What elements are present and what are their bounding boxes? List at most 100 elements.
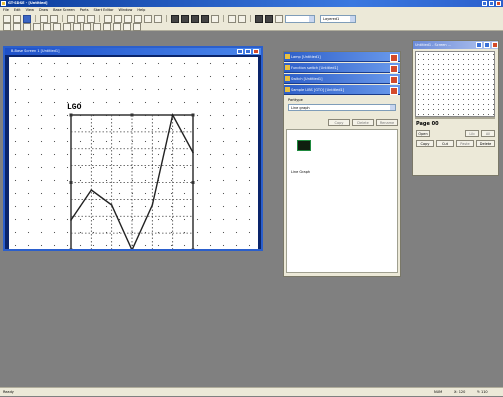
zoom-out-icon[interactable]	[238, 14, 246, 23]
selection-handle[interactable]	[191, 248, 195, 250]
close-icon[interactable]	[390, 87, 398, 95]
redo-icon[interactable]	[114, 14, 122, 23]
selection-handle[interactable]	[130, 248, 134, 250]
new-file-icon[interactable]	[3, 14, 11, 23]
cut-screen-button[interactable]: Cut	[436, 140, 454, 147]
align-right-icon[interactable]	[134, 14, 142, 23]
snap-icon[interactable]	[265, 14, 273, 23]
selection-handle[interactable]	[130, 113, 134, 117]
print-icon[interactable]	[40, 14, 48, 23]
selection-handle[interactable]	[191, 181, 195, 184]
save-icon[interactable]	[23, 14, 31, 23]
doc-maximize-button[interactable]	[245, 49, 251, 54]
thumb-scrollbar[interactable]	[415, 117, 495, 119]
screen-thumbnail-grid[interactable]	[415, 51, 495, 117]
open-file-icon[interactable]	[13, 14, 21, 23]
data-point	[151, 204, 154, 206]
menu-base-screen[interactable]: Base Screen	[53, 7, 75, 14]
copy-icon[interactable]	[77, 14, 85, 23]
select-icon[interactable]	[3, 22, 11, 31]
menu-draw[interactable]: Draw	[39, 7, 48, 14]
data-point	[90, 189, 93, 191]
all-button[interactable]: All	[481, 130, 495, 137]
copy-screen-button[interactable]: Copy	[416, 140, 434, 147]
polygon-icon[interactable]	[53, 22, 61, 31]
menu-window[interactable]: Window	[119, 7, 133, 14]
parttype-select[interactable]: Line graph	[288, 104, 396, 111]
circle-icon[interactable]	[63, 22, 71, 31]
doc-minimize-button[interactable]	[237, 49, 243, 54]
rectangle-icon[interactable]	[43, 22, 51, 31]
thumb-maximize-button[interactable]	[484, 42, 490, 48]
copy-part-button[interactable]: Copy	[328, 119, 350, 126]
align-bottom-icon[interactable]	[154, 14, 162, 23]
minimize-button[interactable]	[482, 1, 487, 6]
menu-file[interactable]: File	[3, 7, 9, 14]
pie-icon[interactable]	[83, 22, 91, 31]
grid-icon[interactable]	[255, 14, 263, 23]
paint-icon[interactable]	[103, 22, 111, 31]
menu-parts[interactable]: Parts	[80, 7, 89, 14]
selection-handle[interactable]	[69, 248, 73, 250]
open-button[interactable]: Open	[416, 130, 430, 137]
scale-icon[interactable]	[93, 22, 101, 31]
toolbar-separator	[250, 15, 251, 22]
line-graph-thumbnail-icon[interactable]	[297, 140, 311, 151]
selection-handle[interactable]	[69, 181, 73, 184]
paste-screen-button[interactable]: Paste	[456, 140, 474, 147]
data-point	[110, 204, 113, 206]
cut-icon[interactable]	[67, 14, 75, 23]
lib-button[interactable]: Lib	[465, 130, 479, 137]
arc-icon[interactable]	[73, 22, 81, 31]
menu-start-editor[interactable]: Start Editor	[94, 7, 114, 14]
close-button[interactable]	[496, 1, 501, 6]
panel-item-switch[interactable]: Switch [Untitled1]	[284, 74, 400, 84]
menu-edit[interactable]: Edit	[14, 7, 21, 14]
ungroup-icon[interactable]	[201, 14, 209, 23]
screen-list-window: Untitled1 - Screen ... Page 00 Open Lib …	[412, 40, 499, 176]
undo-icon[interactable]	[104, 14, 112, 23]
graph-label: LGO	[67, 103, 82, 112]
zoom-in-icon[interactable]	[228, 14, 236, 23]
app-icon	[1, 1, 6, 6]
rename-part-button[interactable]: Rename	[376, 119, 398, 126]
maximize-button[interactable]	[489, 1, 494, 6]
preview-icon[interactable]	[50, 14, 58, 23]
close-icon[interactable]	[390, 54, 398, 62]
close-icon[interactable]	[390, 76, 398, 84]
group-icon[interactable]	[191, 14, 199, 23]
selection-handle[interactable]	[191, 113, 195, 117]
text-icon[interactable]	[13, 22, 21, 31]
front-icon[interactable]	[171, 14, 179, 23]
delete-screen-button[interactable]: Delete	[476, 140, 495, 147]
delete-part-button[interactable]: Delete	[352, 119, 374, 126]
panel-item-lamp[interactable]: Lamp [Untitled1]	[284, 52, 400, 62]
line-icon[interactable]	[23, 22, 31, 31]
align-top-icon[interactable]	[144, 14, 152, 23]
line-graph-part[interactable]: LGO	[9, 57, 258, 249]
image-icon[interactable]	[113, 22, 121, 31]
parts-list: Line Graph	[286, 129, 398, 273]
paste-icon[interactable]	[87, 14, 95, 23]
align-left-icon[interactable]	[124, 14, 132, 23]
doc-close-button[interactable]	[253, 49, 259, 54]
part-icon[interactable]	[123, 22, 131, 31]
layer-combo[interactable]	[285, 14, 315, 23]
base-screen-window: B-Base Screen 1 [Untitled1] LGO	[3, 46, 263, 251]
parttype-label: Parttype	[288, 98, 303, 102]
touch-icon[interactable]	[133, 22, 141, 31]
screen-combo[interactable]: Layered1	[320, 14, 356, 23]
menu-view[interactable]: View	[26, 7, 34, 14]
menu-help[interactable]: Help	[137, 7, 145, 14]
thumb-close-button[interactable]	[492, 42, 498, 48]
panel-item-sample-libs[interactable]: Sample LIBS [GTO] [Untitled1]	[284, 85, 400, 95]
back-icon[interactable]	[181, 14, 189, 23]
thumb-minimize-button[interactable]	[476, 42, 482, 48]
screen-canvas[interactable]: LGO	[9, 57, 258, 249]
panel-item-function-switch[interactable]: Function switch [Untitled1]	[284, 63, 400, 73]
close-icon[interactable]	[390, 65, 398, 73]
polyline-icon[interactable]	[33, 22, 41, 31]
rotate-icon[interactable]	[211, 14, 219, 23]
data-view-icon[interactable]	[275, 14, 283, 23]
selection-handle[interactable]	[69, 113, 73, 117]
